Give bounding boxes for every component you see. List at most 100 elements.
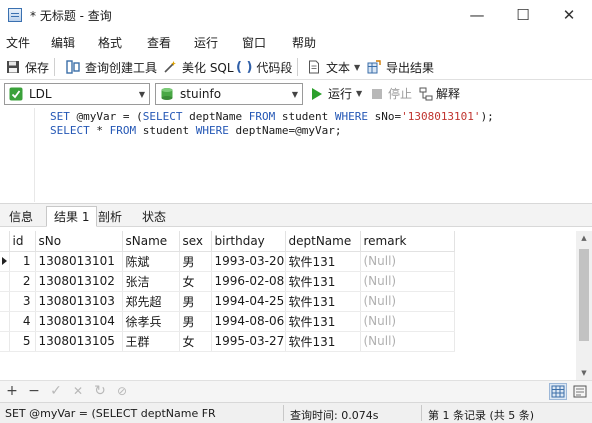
close-button[interactable]: ✕ bbox=[546, 0, 592, 30]
cell-sex[interactable]: 女 bbox=[179, 271, 212, 292]
discard-changes-button[interactable]: ✕ bbox=[70, 383, 86, 399]
stop-button[interactable]: 停止 bbox=[372, 85, 412, 102]
stop-fetch-button[interactable]: ⊘ bbox=[114, 383, 130, 399]
vertical-scrollbar[interactable]: ▲ ▼ bbox=[576, 231, 592, 380]
cell-birthday[interactable]: 1994-04-25 bbox=[211, 291, 286, 312]
row-header[interactable] bbox=[0, 331, 10, 352]
cell-deptname[interactable]: 软件131 bbox=[285, 291, 361, 312]
table-row[interactable]: 5 1308013105 王群 女 1995-03-27 软件131 (Null… bbox=[0, 331, 455, 352]
cell-id[interactable]: 1 bbox=[9, 251, 36, 272]
cell-id[interactable]: 5 bbox=[9, 331, 36, 352]
cell-sname[interactable]: 郑先超 bbox=[122, 291, 180, 312]
cell-birthday[interactable]: 1993-03-20 bbox=[211, 251, 286, 272]
scrollbar-thumb[interactable] bbox=[579, 249, 589, 341]
cell-id[interactable]: 4 bbox=[9, 311, 36, 332]
column-header-sex[interactable]: sex bbox=[179, 231, 212, 252]
table-row[interactable]: 4 1308013104 徐孝兵 男 1994-08-06 软件131 (Nul… bbox=[0, 311, 455, 332]
cell-deptname[interactable]: 软件131 bbox=[285, 271, 361, 292]
table-row[interactable]: 1 1308013101 陈斌 男 1993-03-20 软件131 (Null… bbox=[0, 251, 455, 272]
scroll-up-icon[interactable]: ▲ bbox=[576, 231, 592, 245]
row-header[interactable] bbox=[0, 291, 10, 312]
scroll-down-icon[interactable]: ▼ bbox=[576, 366, 592, 380]
cell-sex[interactable]: 男 bbox=[179, 291, 212, 312]
cell-sname[interactable]: 徐孝兵 bbox=[122, 311, 180, 332]
menu-format[interactable]: 格式 bbox=[98, 34, 122, 51]
result-tabs: 信息 结果 1 剖析 状态 bbox=[0, 203, 592, 227]
cell-birthday[interactable]: 1996-02-08 bbox=[211, 271, 286, 292]
cell-sex[interactable]: 男 bbox=[179, 311, 212, 332]
refresh-button[interactable]: ↻ bbox=[92, 383, 108, 399]
minimize-button[interactable]: — bbox=[454, 0, 500, 30]
form-view-toggle[interactable] bbox=[571, 383, 589, 399]
export-results-button[interactable]: 导出结果 bbox=[367, 57, 434, 77]
cell-sname[interactable]: 陈斌 bbox=[122, 251, 180, 272]
row-header[interactable] bbox=[0, 271, 10, 292]
menu-file[interactable]: 文件 bbox=[6, 34, 30, 51]
database-select[interactable]: stuinfo ▼ bbox=[155, 83, 303, 105]
cell-remark[interactable]: (Null) bbox=[360, 271, 455, 292]
tab-status[interactable]: 状态 bbox=[135, 206, 173, 227]
text-mode-button[interactable]: 文本 ▼ bbox=[307, 57, 360, 77]
cell-id[interactable]: 2 bbox=[9, 271, 36, 292]
column-header-id[interactable]: id bbox=[9, 231, 36, 252]
connection-select[interactable]: LDL ▼ bbox=[4, 83, 150, 105]
menu-help[interactable]: 帮助 bbox=[292, 34, 316, 51]
cell-sno[interactable]: 1308013103 bbox=[35, 291, 123, 312]
cell-sno[interactable]: 1308013104 bbox=[35, 311, 123, 332]
cell-birthday[interactable]: 1995-03-27 bbox=[211, 331, 286, 352]
cell-remark[interactable]: (Null) bbox=[360, 311, 455, 332]
menu-edit[interactable]: 编辑 bbox=[51, 34, 75, 51]
tab-info[interactable]: 信息 bbox=[2, 206, 40, 227]
cell-remark[interactable]: (Null) bbox=[360, 331, 455, 352]
row-header[interactable] bbox=[0, 251, 10, 272]
tab-profile[interactable]: 剖析 bbox=[91, 206, 129, 227]
database-icon bbox=[160, 87, 174, 101]
code-snippet-button[interactable]: ( ) 代码段 bbox=[236, 57, 292, 77]
sql-editor[interactable]: SET @myVar = (SELECT deptName FROM stude… bbox=[0, 108, 592, 202]
row-header[interactable] bbox=[0, 311, 10, 332]
column-header-sno[interactable]: sNo bbox=[35, 231, 123, 252]
column-header-deptname[interactable]: deptName bbox=[285, 231, 361, 252]
sql-code[interactable]: SET @myVar = (SELECT deptName FROM stude… bbox=[50, 110, 494, 138]
status-query-time: 查询时间: 0.074s bbox=[290, 409, 379, 422]
menu-window[interactable]: 窗口 bbox=[242, 34, 266, 51]
run-button[interactable]: 运行 ▼ bbox=[312, 85, 362, 102]
beautify-sql-button[interactable]: 美化 SQL bbox=[163, 57, 234, 77]
result-grid: id sNo sName sex birthday deptName remar… bbox=[0, 229, 592, 380]
cell-deptname[interactable]: 软件131 bbox=[285, 251, 361, 272]
cell-birthday[interactable]: 1994-08-06 bbox=[211, 311, 286, 332]
cell-id[interactable]: 3 bbox=[9, 291, 36, 312]
save-label: 保存 bbox=[25, 60, 50, 75]
cell-sno[interactable]: 1308013102 bbox=[35, 271, 123, 292]
cell-sno[interactable]: 1308013105 bbox=[35, 331, 123, 352]
cell-sno[interactable]: 1308013101 bbox=[35, 251, 123, 272]
save-icon bbox=[6, 60, 20, 74]
menu-run[interactable]: 运行 bbox=[194, 34, 218, 51]
column-header-remark[interactable]: remark bbox=[360, 231, 455, 252]
save-button[interactable]: 保存 bbox=[6, 57, 49, 77]
cell-deptname[interactable]: 软件131 bbox=[285, 331, 361, 352]
current-row-arrow-icon bbox=[2, 257, 7, 265]
table-row[interactable]: 2 1308013102 张洁 女 1996-02-08 软件131 (Null… bbox=[0, 271, 455, 292]
cell-sex[interactable]: 男 bbox=[179, 251, 212, 272]
tab-result-1[interactable]: 结果 1 bbox=[46, 206, 98, 227]
cell-deptname[interactable]: 软件131 bbox=[285, 311, 361, 332]
cell-sname[interactable]: 张洁 bbox=[122, 271, 180, 292]
query-builder-button[interactable]: 查询创建工具 bbox=[66, 57, 157, 77]
column-header-sname[interactable]: sName bbox=[122, 231, 180, 252]
explain-button[interactable]: 解释 bbox=[419, 85, 460, 102]
toolbar-divider bbox=[54, 58, 55, 76]
cell-sex[interactable]: 女 bbox=[179, 331, 212, 352]
column-header-birthday[interactable]: birthday bbox=[211, 231, 286, 252]
cell-sname[interactable]: 王群 bbox=[122, 331, 180, 352]
menu-view[interactable]: 查看 bbox=[147, 34, 171, 51]
run-label: 运行 bbox=[328, 87, 353, 101]
grid-view-toggle[interactable] bbox=[549, 383, 567, 400]
apply-changes-button[interactable]: ✓ bbox=[48, 383, 64, 399]
delete-record-button[interactable]: − bbox=[26, 383, 42, 399]
maximize-button[interactable]: ☐ bbox=[500, 0, 546, 30]
cell-remark[interactable]: (Null) bbox=[360, 251, 455, 272]
table-row[interactable]: 3 1308013103 郑先超 男 1994-04-25 软件131 (Nul… bbox=[0, 291, 455, 312]
add-record-button[interactable]: + bbox=[4, 383, 20, 399]
cell-remark[interactable]: (Null) bbox=[360, 291, 455, 312]
